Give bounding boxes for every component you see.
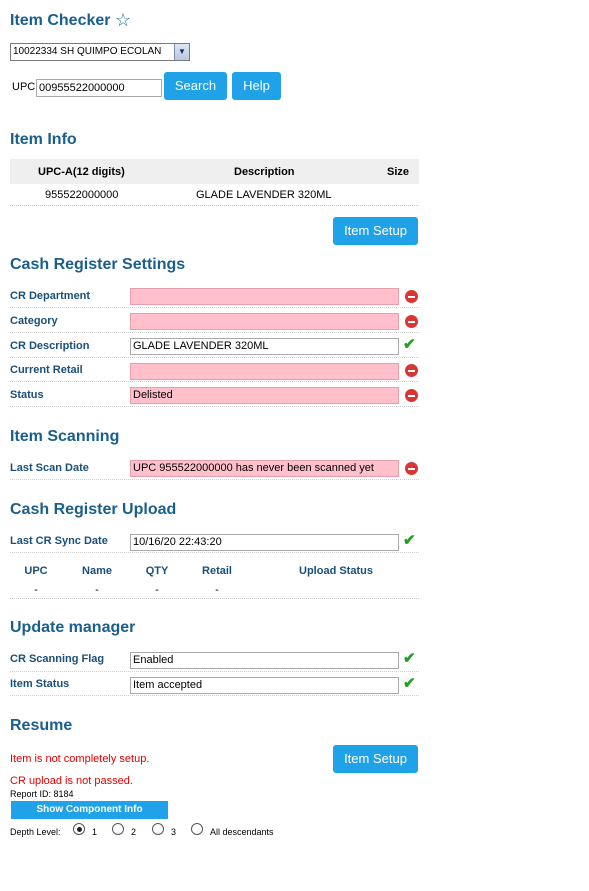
depth-option-2-label: 2	[131, 827, 137, 837]
depth-radio-2[interactable]	[112, 823, 124, 835]
upload-col-upload-status: Upload Status	[299, 565, 373, 577]
current-retail-label: Current Retail	[10, 364, 83, 376]
upload-col-qty: QTY	[145, 565, 169, 577]
checkmark-icon: ✔	[403, 650, 416, 667]
cash-register-upload-title: Cash Register Upload	[10, 501, 177, 518]
cash-register-settings-title: Cash Register Settings	[10, 256, 186, 273]
item-setup-button[interactable]: Item Setup	[333, 745, 418, 773]
search-button[interactable]: Search	[164, 72, 227, 100]
checkmark-icon: ✔	[403, 675, 416, 692]
depth-radio-3[interactable]	[152, 823, 164, 835]
last-cr-sync-date-field: 10/16/20 22:43:20	[130, 534, 399, 551]
cr-scanning-flag-field: Enabled	[130, 652, 399, 669]
report-id: Report ID: 8184	[10, 789, 74, 799]
last-scan-date-field: UPC 955522000000 has never been scanned …	[130, 460, 399, 477]
cr-department-label: CR Department	[10, 290, 91, 302]
no-entry-icon	[405, 462, 418, 475]
depth-radio-all[interactable]	[191, 823, 203, 835]
upc-input[interactable]: 00955522000000	[36, 79, 162, 97]
checkmark-icon: ✔	[403, 336, 416, 353]
upload-cell-retail: -	[215, 584, 219, 596]
upload-cell-name: -	[95, 584, 99, 596]
no-entry-icon	[405, 364, 418, 377]
upload-col-retail: Retail	[202, 565, 232, 577]
store-select[interactable]: 10022334 SH QUIMPO ECOLAN ▼	[10, 43, 190, 61]
depth-level-label: Depth Level:	[10, 827, 61, 837]
chevron-down-icon: ▼	[174, 44, 189, 60]
checkmark-icon: ✔	[403, 532, 416, 549]
cr-scanning-flag-label: CR Scanning Flag	[10, 653, 105, 665]
upc-label: UPC	[12, 81, 36, 93]
item-info-title: Item Info	[10, 131, 77, 148]
upload-cell-upc: -	[34, 584, 38, 596]
category-label: Category	[10, 315, 58, 327]
upload-col-upc: UPC	[24, 565, 48, 577]
item-info-description-cell: GLADE LAVENDER 320ML	[196, 189, 332, 201]
item-status-label: Item Status	[10, 678, 70, 690]
item-info-upc-cell: 955522000000	[45, 189, 119, 201]
upload-cell-qty: -	[155, 584, 159, 596]
status-field: Delisted	[130, 387, 399, 404]
last-cr-sync-date-label: Last CR Sync Date	[10, 535, 108, 547]
no-entry-icon	[405, 290, 418, 303]
category-field	[130, 313, 399, 330]
item-info-col-upc: UPC-A(12 digits)	[38, 166, 125, 178]
item-status-field: Item accepted	[130, 677, 399, 694]
depth-option-1-label: 1	[92, 827, 98, 837]
resume-message-setup: Item is not completely setup.	[10, 753, 150, 765]
cr-department-field	[130, 288, 399, 305]
no-entry-icon	[405, 315, 418, 328]
page-title: Item Checker	[10, 12, 111, 29]
resume-title: Resume	[10, 717, 73, 734]
resume-message-upload: CR upload is not passed.	[10, 775, 133, 787]
item-info-col-description: Description	[234, 166, 295, 178]
show-component-info-button[interactable]: Show Component Info	[11, 801, 168, 819]
item-setup-button[interactable]: Item Setup	[333, 217, 418, 245]
item-scanning-title: Item Scanning	[10, 428, 120, 445]
depth-option-all-label: All descendants	[210, 827, 274, 837]
no-entry-icon	[405, 389, 418, 402]
star-outline-icon[interactable]: ☆	[115, 10, 131, 31]
cr-description-field: GLADE LAVENDER 320ML	[130, 338, 399, 355]
store-select-value: 10022334 SH QUIMPO ECOLAN	[13, 46, 162, 57]
status-label: Status	[10, 389, 44, 401]
depth-option-3-label: 3	[171, 827, 177, 837]
help-button[interactable]: Help	[232, 72, 281, 100]
item-info-col-size: Size	[387, 166, 410, 178]
update-manager-title: Update manager	[10, 619, 136, 636]
cr-description-label: CR Description	[10, 340, 90, 352]
last-scan-date-label: Last Scan Date	[10, 462, 89, 474]
current-retail-field	[130, 363, 399, 380]
depth-radio-1[interactable]	[73, 823, 85, 835]
upload-col-name: Name	[82, 565, 112, 577]
